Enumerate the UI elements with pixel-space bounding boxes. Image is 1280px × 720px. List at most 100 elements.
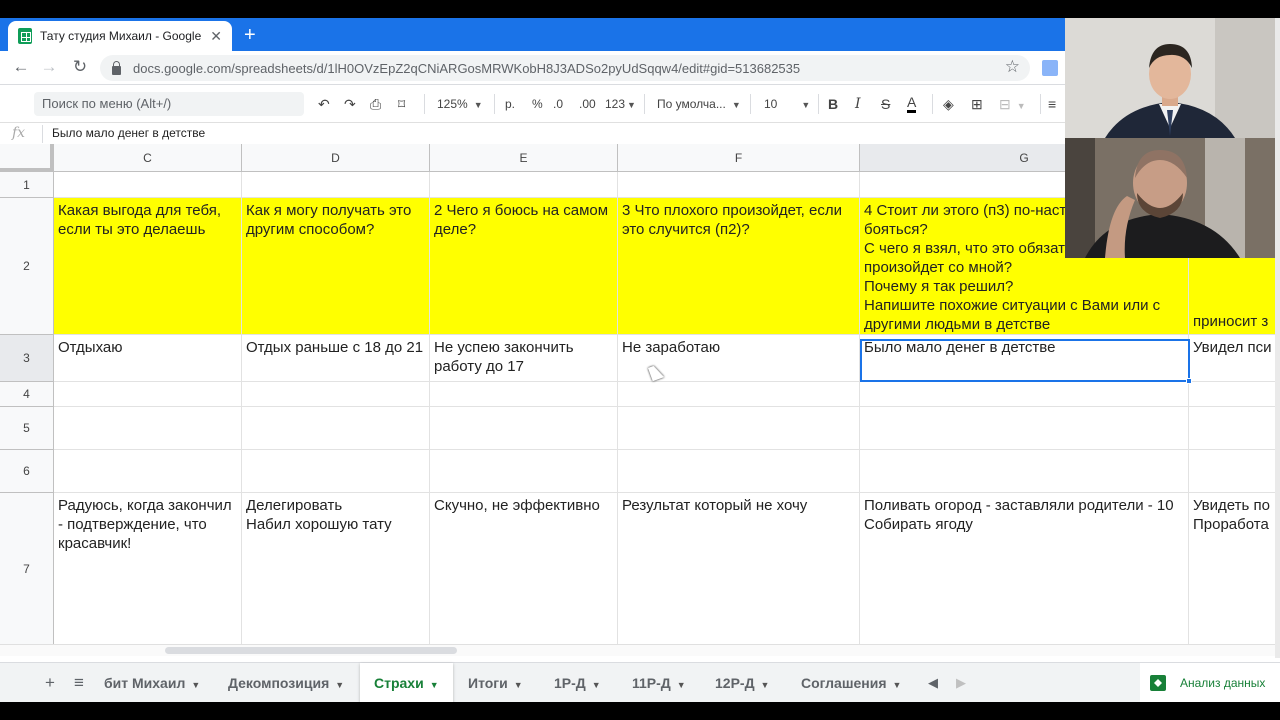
cell-d7[interactable]: Делегировать Набил хорошую тату	[242, 493, 430, 645]
print-icon[interactable]: ⎙	[370, 94, 381, 114]
cell-h5[interactable]	[1189, 407, 1280, 450]
column-header-c[interactable]: C	[54, 144, 242, 172]
text-color-button[interactable]: A	[907, 94, 917, 113]
font-family-select[interactable]: По умолча... ▼	[657, 94, 741, 114]
cell-e1[interactable]	[430, 172, 618, 198]
fill-handle[interactable]	[1186, 378, 1192, 384]
row-header-6[interactable]: 6	[0, 450, 54, 493]
align-left-icon[interactable]: ≡	[1048, 94, 1056, 114]
cell-f4[interactable]	[618, 382, 860, 407]
sheet-tab[interactable]: бит Михаил ▼	[90, 663, 214, 703]
cell-g4[interactable]	[860, 382, 1189, 407]
sheet-tab[interactable]: Соглашения ▼	[787, 663, 915, 703]
fill-color-icon[interactable]: ◈	[943, 94, 954, 114]
cell-c3[interactable]: Отдыхаю	[54, 335, 242, 382]
percent-format-button[interactable]: %	[532, 94, 543, 114]
add-sheet-plus-icon[interactable]: +	[45, 673, 55, 693]
paint-format-icon[interactable]: ⌑	[398, 94, 405, 114]
browser-tab[interactable]: Тату студия Михаил - Google Таблицы ✕	[8, 21, 232, 51]
cell-d1[interactable]	[242, 172, 430, 198]
sheet-tab[interactable]: Декомпозиция ▼	[214, 663, 358, 703]
cell-e6[interactable]	[430, 450, 618, 493]
cell-c5[interactable]	[54, 407, 242, 450]
cell-h6[interactable]	[1189, 450, 1280, 493]
column-header-f[interactable]: F	[618, 144, 860, 172]
cell-f6[interactable]	[618, 450, 860, 493]
cell-f5[interactable]	[618, 407, 860, 450]
cell-g7[interactable]: Поливать огород - заставляли родители - …	[860, 493, 1189, 645]
font-size-select[interactable]: 10 ▼	[764, 94, 810, 114]
sheet-tab-active[interactable]: Страхи ▼	[360, 663, 453, 703]
cell-d2[interactable]: Как я могу получать это другим способом?	[242, 198, 430, 335]
explore-button[interactable]: Анализ данных	[1140, 663, 1280, 703]
cell-d3[interactable]: Отдых раньше с 18 до 21	[242, 335, 430, 382]
cell-d6[interactable]	[242, 450, 430, 493]
merge-cells-icon[interactable]: ⊟ ▼	[999, 94, 1026, 114]
menu-search-input[interactable]: Поиск по меню (Alt+/)	[34, 92, 304, 116]
cell-h7[interactable]: Увидеть по Проработа	[1189, 493, 1280, 645]
cell-f7[interactable]: Результат который не хочу	[618, 493, 860, 645]
zoom-select[interactable]: 125% ▼	[437, 94, 483, 114]
borders-icon[interactable]: ⊞	[971, 94, 983, 114]
italic-button[interactable]: I	[855, 94, 861, 114]
sheet-tab[interactable]: 11Р-Д ▼	[618, 663, 700, 703]
cell-e5[interactable]	[430, 407, 618, 450]
redo-icon[interactable]: ↷	[344, 94, 356, 114]
cell-d5[interactable]	[242, 407, 430, 450]
webcam-video-guest	[1065, 138, 1275, 258]
cell-f2[interactable]: 3 Что плохого произойдет, если это случи…	[618, 198, 860, 335]
cell-d4[interactable]	[242, 382, 430, 407]
increase-decimal-button[interactable]: .00	[579, 94, 596, 114]
cell-e4[interactable]	[430, 382, 618, 407]
bookmark-star-icon[interactable]: ☆	[1005, 57, 1020, 77]
more-formats-select[interactable]: 123 ▼	[605, 94, 636, 114]
formula-input[interactable]: Было мало денег в детстве	[52, 126, 205, 140]
reload-icon[interactable]: ↻	[69, 57, 91, 77]
all-sheets-menu-icon[interactable]: ≡	[74, 673, 84, 693]
horizontal-scrollbar[interactable]	[0, 644, 1280, 656]
row-header-3[interactable]: 3	[0, 335, 54, 382]
select-all-corner[interactable]	[0, 144, 54, 172]
scroll-tabs-right-icon[interactable]: ▶	[956, 675, 966, 691]
row-header-4[interactable]: 4	[0, 382, 54, 407]
cell-f1[interactable]	[618, 172, 860, 198]
toolbar-divider	[932, 94, 933, 114]
column-header-e[interactable]: E	[430, 144, 618, 172]
cell-e7[interactable]: Скучно, не эффективно	[430, 493, 618, 645]
cell-h3[interactable]: Увидел пси	[1189, 335, 1280, 382]
toolbar-divider	[424, 94, 425, 114]
new-tab-plus-icon[interactable]: +	[244, 24, 256, 46]
cell-c4[interactable]	[54, 382, 242, 407]
sheet-tab[interactable]: Итоги ▼	[454, 663, 537, 703]
cell-g6[interactable]	[860, 450, 1189, 493]
sheet-tab[interactable]: 1Р-Д ▼	[540, 663, 615, 703]
row-header-5[interactable]: 5	[0, 407, 54, 450]
undo-icon[interactable]: ↶	[318, 94, 330, 114]
decrease-decimal-button[interactable]: .0	[553, 94, 563, 114]
cell-c1[interactable]	[54, 172, 242, 198]
row-header-1[interactable]: 1	[0, 172, 54, 198]
forward-arrow-icon[interactable]: →	[38, 57, 60, 77]
scroll-tabs-left-icon[interactable]: ◀	[928, 675, 938, 691]
cell-e2[interactable]: 2 Чего я боюсь на самом деле?	[430, 198, 618, 335]
tab-close-icon[interactable]: ✕	[210, 28, 222, 45]
cell-c7[interactable]: Радуюсь, когда закончил - подтверждение,…	[54, 493, 242, 645]
active-cell-selection	[860, 339, 1190, 382]
extension-icon[interactable]	[1042, 60, 1058, 76]
cell-g5[interactable]	[860, 407, 1189, 450]
cell-c6[interactable]	[54, 450, 242, 493]
row-header-2[interactable]: 2	[0, 198, 54, 335]
cell-h4[interactable]	[1189, 382, 1280, 407]
chevron-down-icon: ▼	[473, 100, 483, 110]
currency-format-button[interactable]: р.	[505, 94, 515, 114]
back-arrow-icon[interactable]: ←	[10, 57, 32, 77]
cell-e3[interactable]: Не успею закончить работу до 17	[430, 335, 618, 382]
scrollbar-thumb[interactable]	[165, 647, 457, 654]
cell-c2[interactable]: Какая выгода для тебя, если ты это делае…	[54, 198, 242, 335]
strikethrough-button[interactable]: S	[881, 94, 890, 114]
column-header-d[interactable]: D	[242, 144, 430, 172]
row-header-7[interactable]: 7	[0, 493, 54, 645]
sheet-tab[interactable]: 12Р-Д ▼	[701, 663, 783, 703]
omnibox[interactable]: docs.google.com/spreadsheets/d/1lH0OVzEp…	[100, 55, 1030, 81]
bold-button[interactable]: B	[828, 94, 838, 114]
